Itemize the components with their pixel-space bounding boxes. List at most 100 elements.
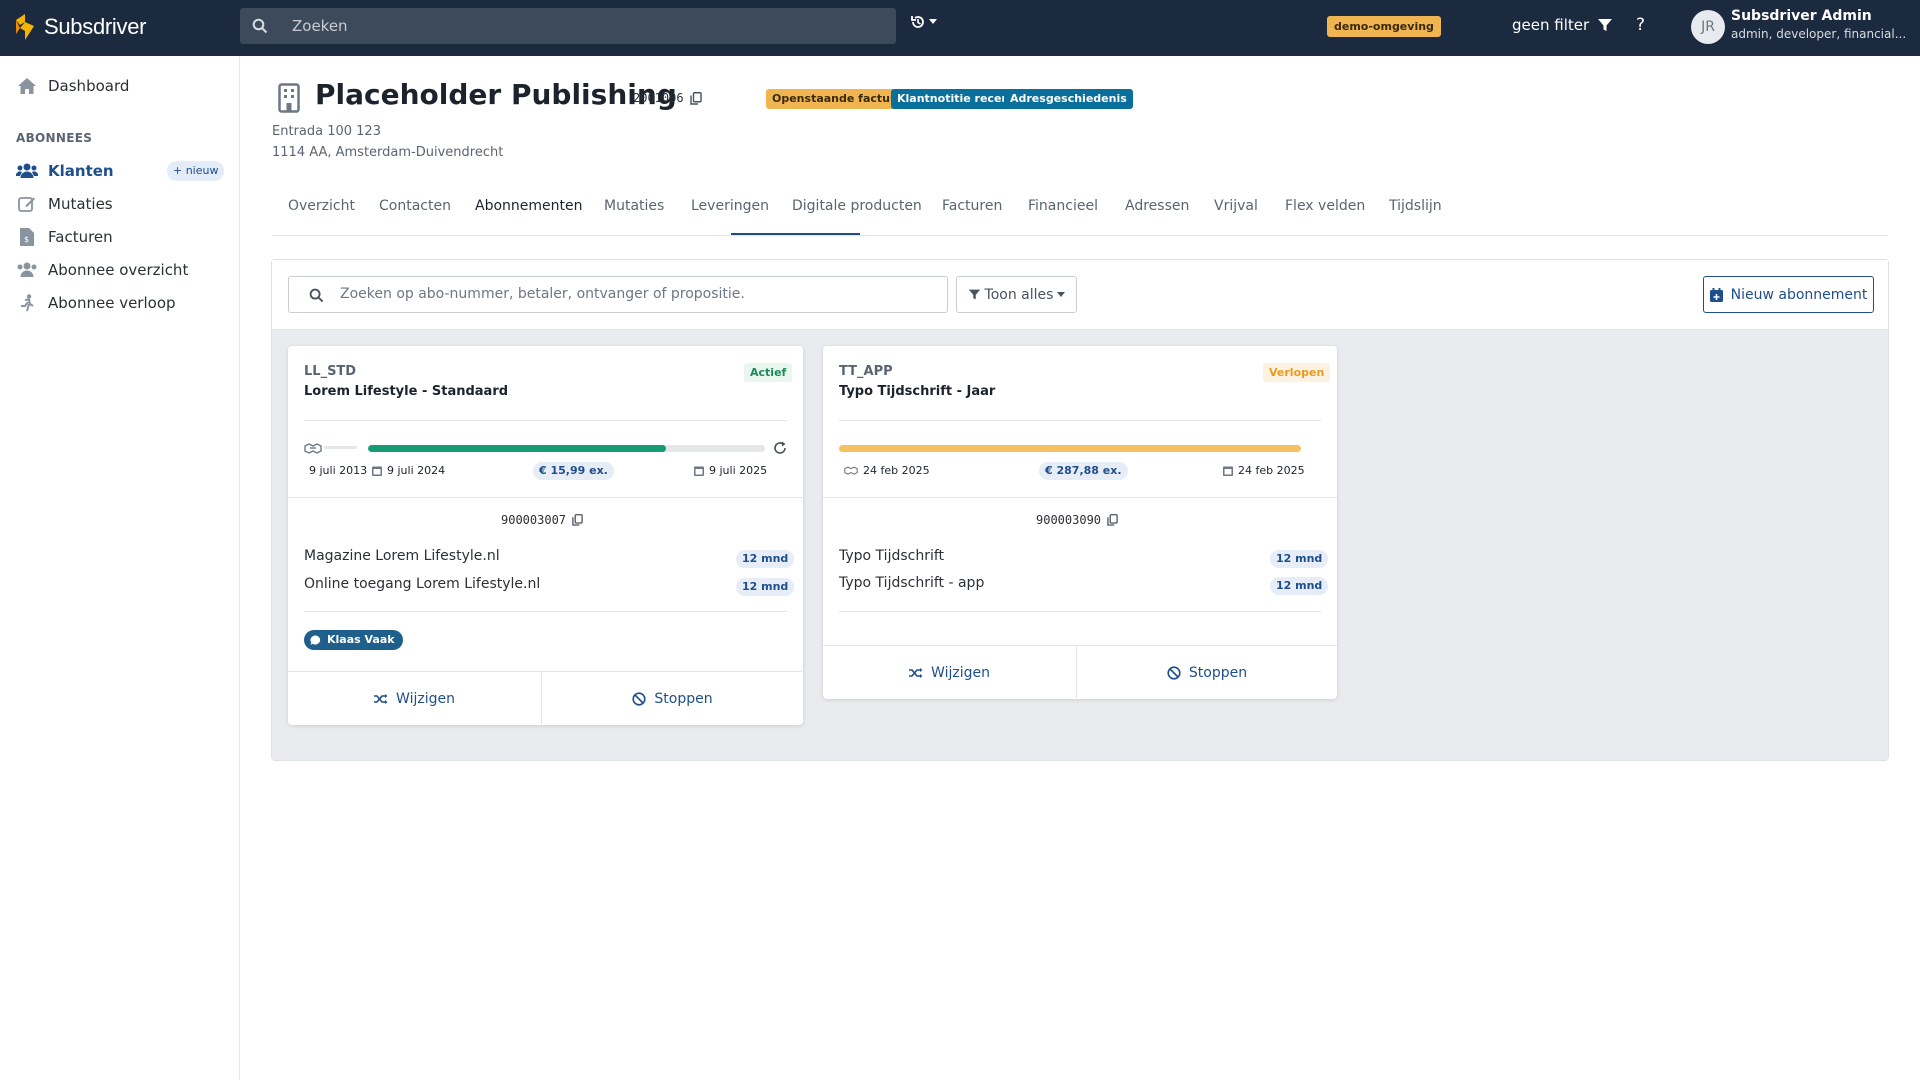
- tab-contacten[interactable]: Contacten: [379, 198, 451, 214]
- history-dropdown-button[interactable]: [910, 14, 937, 30]
- subscription-search-input[interactable]: Zoeken op abo-nummer, betaler, ontvanger…: [288, 276, 948, 313]
- handshake-icon: [844, 466, 858, 475]
- start-date: 9 juli 2013: [309, 464, 367, 477]
- address-line-2: 1114 AA, Amsterdam-Duivendrecht: [272, 145, 504, 160]
- tab-financieel[interactable]: Financieel: [1028, 198, 1098, 214]
- subsdriver-logo-icon: [16, 14, 34, 40]
- note-author: Klaas Vaak: [327, 633, 395, 646]
- divider: [823, 497, 1337, 498]
- sidebar-item-mutaties[interactable]: Mutaties: [16, 195, 113, 213]
- sidebar: Dashboard ABONNEES Klanten + nieuw Mutat…: [0, 56, 240, 1080]
- global-search-placeholder: Zoeken: [292, 17, 348, 35]
- help-button[interactable]: ?: [1636, 15, 1645, 35]
- address-line-1: Entrada 100 123: [272, 124, 381, 139]
- sidebar-item-label: Abonnee overzicht: [48, 261, 189, 279]
- users-icon: [16, 262, 38, 278]
- status-badge[interactable]: Klantnotitie recent: [891, 89, 1021, 109]
- sidebar-item-label: Klanten: [48, 162, 114, 180]
- subscription-card[interactable]: LL_STD Lorem Lifestyle - Standaard Actie…: [288, 346, 803, 726]
- copy-icon[interactable]: [1107, 514, 1118, 526]
- change-label: Wijzigen: [931, 665, 990, 681]
- subscription-progress-fill: [839, 445, 1301, 452]
- product-name: Online toegang Lorem Lifestyle.nl: [304, 576, 541, 592]
- status-badge[interactable]: Openstaande factuur: [766, 89, 910, 109]
- subscription-card[interactable]: TT_APP Typo Tijdschrift - Jaar Verlopen …: [823, 346, 1337, 700]
- period-start-value: 9 juli 2024: [387, 464, 446, 477]
- shuffle-icon: [909, 668, 923, 678]
- term-badge: 12 mnd: [1270, 550, 1329, 568]
- history-icon: [911, 16, 924, 28]
- environment-badge: demo-omgeving: [1327, 16, 1441, 37]
- subscriptions-toolbar: Zoeken op abo-nummer, betaler, ontvanger…: [272, 260, 1888, 330]
- change-label: Wijzigen: [396, 691, 455, 707]
- shuffle-icon: [374, 694, 388, 704]
- sidebar-section-title: ABONNEES: [16, 131, 93, 145]
- stop-button[interactable]: Stoppen: [1077, 646, 1337, 700]
- tab-digitale-producten[interactable]: Digitale producten: [792, 198, 922, 214]
- price-badge: € 287,88 ex.: [1039, 462, 1128, 480]
- comment-icon: [310, 634, 321, 645]
- note-badge[interactable]: Klaas Vaak: [304, 630, 403, 650]
- tab-leveringen[interactable]: Leveringen: [691, 198, 769, 214]
- invoice-icon: $: [16, 228, 38, 246]
- caret-down-icon: [929, 19, 937, 24]
- card-actions: Wijzigen Stoppen: [288, 671, 803, 726]
- tab-overzicht[interactable]: Overzicht: [288, 198, 355, 214]
- subscription-code: LL_STD: [304, 364, 357, 379]
- avatar[interactable]: JR: [1691, 10, 1725, 44]
- sidebar-item-dashboard[interactable]: Dashboard: [16, 77, 129, 95]
- filter-dropdown-button[interactable]: Toon alles: [956, 276, 1077, 313]
- tab-tijdslijn[interactable]: Tijdslijn: [1389, 198, 1442, 214]
- stop-label: Stoppen: [654, 691, 713, 707]
- copy-icon[interactable]: [572, 514, 583, 526]
- sidebar-item-facturen[interactable]: $ Facturen: [16, 228, 113, 246]
- users-icon: [16, 163, 38, 179]
- term-badge: 12 mnd: [736, 578, 795, 596]
- subscription-number: 900003007: [501, 513, 583, 527]
- change-button[interactable]: Wijzigen: [823, 646, 1076, 700]
- term-badge: 12 mnd: [736, 550, 795, 568]
- tab-adressen[interactable]: Adressen: [1125, 198, 1189, 214]
- tab-mutaties[interactable]: Mutaties: [604, 198, 664, 214]
- price-badge: € 15,99 ex.: [533, 462, 614, 480]
- global-filter-button[interactable]: geen filter: [1512, 16, 1613, 34]
- product-name: Typo Tijdschrift: [839, 548, 945, 564]
- subscription-title: Lorem Lifestyle - Standaard: [304, 384, 509, 399]
- subscription-title: Typo Tijdschrift - Jaar: [839, 384, 996, 399]
- stop-label: Stoppen: [1188, 665, 1248, 681]
- new-customer-button[interactable]: + nieuw: [167, 161, 225, 181]
- filter-label: geen filter: [1512, 16, 1590, 34]
- new-subscription-label: Nieuw abonnement: [1730, 286, 1868, 303]
- tab-flex-velden[interactable]: Flex velden: [1285, 198, 1365, 214]
- page-title: Placeholder Publishing: [315, 78, 677, 111]
- status-badge[interactable]: Adresgeschiedenis: [1004, 89, 1133, 109]
- subscription-number-value: 900003090: [1036, 513, 1102, 527]
- sidebar-item-klanten[interactable]: Klanten: [16, 162, 114, 180]
- copy-icon[interactable]: [689, 91, 702, 105]
- sidebar-item-abonnee-overzicht[interactable]: Abonnee overzicht: [16, 261, 188, 279]
- calendar-icon: [372, 466, 382, 476]
- subscription-progress-bar: [839, 445, 1301, 452]
- stop-button[interactable]: Stoppen: [542, 672, 803, 726]
- customer-id: 2001006: [633, 91, 702, 105]
- new-subscription-button[interactable]: Nieuw abonnement: [1703, 276, 1874, 313]
- tab-facturen[interactable]: Facturen: [942, 198, 1002, 214]
- search-placeholder: Zoeken op abo-nummer, betaler, ontvanger…: [340, 286, 745, 302]
- status-badge: Verlopen: [1263, 363, 1331, 382]
- running-icon: [16, 294, 38, 312]
- subscription-progress-bar: [368, 445, 765, 452]
- change-button[interactable]: Wijzigen: [288, 672, 541, 726]
- sidebar-item-label: Dashboard: [48, 77, 130, 95]
- start-date: 24 feb 2025: [844, 464, 930, 477]
- user-name[interactable]: Subsdriver Admin: [1731, 8, 1872, 24]
- global-search-input[interactable]: Zoeken: [240, 8, 896, 44]
- tab-vrijval[interactable]: Vrijval: [1214, 198, 1258, 214]
- sidebar-item-label: Abonnee verloop: [48, 294, 176, 312]
- sidebar-item-abonnee-verloop[interactable]: Abonnee verloop: [16, 294, 176, 312]
- home-icon: [16, 77, 38, 95]
- renew-icon[interactable]: [773, 441, 787, 455]
- subscription-number-value: 900003007: [501, 513, 567, 527]
- divider: [839, 611, 1321, 612]
- tab-abonnementen[interactable]: Abonnementen: [475, 198, 583, 214]
- app-logo[interactable]: Subsdriver: [12, 12, 146, 42]
